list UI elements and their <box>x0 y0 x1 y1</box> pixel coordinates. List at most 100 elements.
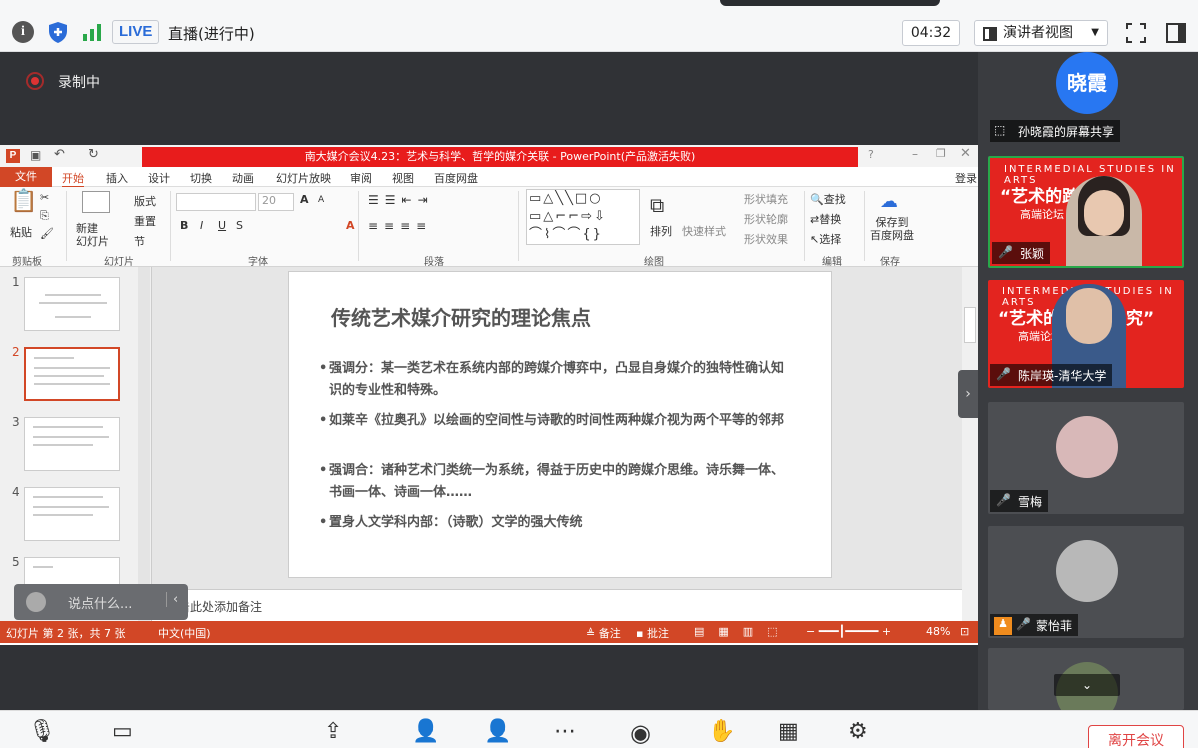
save-baidu-button[interactable]: 保存到 百度网盘 <box>870 216 914 242</box>
record-icon[interactable]: ◉ <box>630 719 664 748</box>
participant-tile[interactable]: 🎤 雪梅 <box>988 402 1184 514</box>
participant-tile[interactable]: INTERMEDIAL STUDIES IN ARTS “艺术的跨 究” 高端论… <box>988 280 1184 388</box>
copy-icon[interactable]: ⎘ <box>40 209 49 223</box>
section-button[interactable]: 节 <box>134 233 145 249</box>
participant-tile[interactable]: 晓霞 ⬚ 孙晓霞的屏幕共享 <box>988 52 1184 142</box>
grow-font-icon[interactable]: A <box>300 193 309 206</box>
menu-insert[interactable]: 插入 <box>106 170 128 186</box>
slide-thumbnail-1[interactable] <box>24 277 120 331</box>
menu-animations[interactable]: 动画 <box>232 170 254 186</box>
banner-subtitle: 高端论坛 <box>1020 208 1064 221</box>
avatar <box>1056 540 1118 602</box>
cut-icon[interactable]: ✂ <box>40 191 49 204</box>
menu-file[interactable]: 文件 <box>0 167 52 187</box>
shape-effect-button[interactable]: 形状效果 <box>744 231 788 247</box>
font-color-icon[interactable]: A <box>346 219 355 232</box>
panel-expand-icon[interactable]: › <box>958 370 978 418</box>
emoji-icon[interactable] <box>26 592 46 612</box>
bold-icon[interactable]: B <box>180 219 188 232</box>
close-icon[interactable]: ✕ <box>960 146 971 161</box>
info-icon[interactable]: i <box>12 21 34 43</box>
scroll-down-icon[interactable]: ⌄ <box>1054 674 1120 696</box>
settings-icon[interactable]: ⚙ <box>848 719 882 748</box>
quick-style-button[interactable]: 快速样式 <box>682 223 726 239</box>
replace-button[interactable]: ⇄替换 <box>810 211 841 227</box>
find-button[interactable]: 🔍查找 <box>810 191 846 207</box>
align-icons[interactable]: ≡≡≡≡ <box>368 219 432 233</box>
shrink-font-icon[interactable]: A <box>318 195 324 205</box>
redo-icon[interactable]: ↻ <box>88 147 99 162</box>
fullscreen-icon[interactable] <box>1124 21 1148 45</box>
leave-meeting-button[interactable]: 离开会议 <box>1088 725 1184 748</box>
slide-thumbnail-4[interactable] <box>24 487 120 541</box>
italic-icon[interactable]: I <box>200 219 203 232</box>
thumbnail-scrollbar[interactable] <box>138 267 150 621</box>
fit-slide-icon[interactable]: ⊡ <box>960 625 969 638</box>
sidebar-toggle-icon[interactable] <box>1164 21 1188 45</box>
shield-icon[interactable] <box>46 20 70 44</box>
login-link[interactable]: 登录 <box>955 170 977 186</box>
select-button[interactable]: ↖选择 <box>810 231 841 247</box>
participant-tile[interactable]: INTERMEDIAL STUDIES IN ARTS “艺术的跨 高端论坛 🎤… <box>988 156 1184 268</box>
zoom-slider[interactable]: − ━━━┃━━━━━ + <box>806 625 891 638</box>
avatar: 晓霞 <box>1056 52 1118 114</box>
font-size-select[interactable]: 20 <box>258 193 294 211</box>
signal-icon[interactable] <box>80 20 104 44</box>
minimize-icon[interactable]: – <box>912 147 918 161</box>
participants-icon[interactable]: 👤 <box>484 719 518 748</box>
screen-share-icon: ⬚ <box>994 123 1006 137</box>
format-painter-icon[interactable]: 🖌 <box>40 227 54 240</box>
slide-thumbnail-3[interactable] <box>24 417 120 471</box>
divider <box>804 191 805 261</box>
save-icon[interactable]: ▣ <box>30 148 41 162</box>
share-screen-icon[interactable]: ⇪ <box>324 719 358 748</box>
help-icon[interactable]: ? <box>868 148 874 161</box>
participant-name: 雪梅 <box>1018 495 1043 509</box>
slide-thumbnail-2[interactable] <box>24 347 120 401</box>
chat-icon[interactable]: ⋯ <box>554 719 588 748</box>
view-buttons[interactable]: ▤▦▥⬚ <box>694 625 792 638</box>
divider <box>66 191 67 261</box>
layout-button[interactable]: 版式 <box>134 193 156 209</box>
comments-toggle[interactable]: ▪ 批注 <box>636 625 669 641</box>
participant-name-tag: 🎤 张颖 <box>992 242 1051 264</box>
menu-baidu[interactable]: 百度网盘 <box>434 170 478 186</box>
notes-toggle[interactable]: ≜ 备注 <box>586 625 621 641</box>
font-family-select[interactable] <box>176 193 256 211</box>
participant-tile[interactable]: ♟ 🎤 蒙怡菲 <box>988 526 1184 638</box>
undo-icon[interactable]: ↶ <box>54 147 65 162</box>
divider <box>518 191 519 261</box>
menu-design[interactable]: 设计 <box>148 170 170 186</box>
reset-button[interactable]: 重置 <box>134 213 156 229</box>
meeting-window: i LIVE 直播(进行中) 04:32 演讲者视图 ▼ 录制中 P ▣ ↶ ↻… <box>0 0 1198 748</box>
participant-tile[interactable]: ⌄ <box>988 648 1184 710</box>
view-mode-select[interactable]: 演讲者视图 ▼ <box>974 20 1108 46</box>
raise-hand-icon[interactable]: ✋ <box>708 719 742 748</box>
underline-icon[interactable]: U <box>218 219 226 232</box>
shape-fill-button[interactable]: 形状填充 <box>744 191 788 207</box>
invite-icon[interactable]: 👤 <box>412 719 446 748</box>
apps-icon[interactable]: ▦ <box>778 719 812 748</box>
arrange-button[interactable]: 排列 <box>650 223 672 239</box>
mic-muted-icon[interactable]: 🎙 <box>28 719 62 748</box>
menu-view[interactable]: 视图 <box>392 170 414 186</box>
menu-review[interactable]: 审阅 <box>350 170 372 186</box>
menu-home[interactable]: 开始 <box>62 170 84 188</box>
menu-transitions[interactable]: 切换 <box>190 170 212 186</box>
participant-name-tag: 🎤 雪梅 <box>990 490 1049 512</box>
menu-slideshow[interactable]: 幻灯片放映 <box>276 170 331 186</box>
restore-icon[interactable]: ❐ <box>936 147 946 160</box>
list-icons[interactable]: ☰☰⇤⇥ <box>368 193 434 207</box>
chat-input[interactable]: 说点什么... ‹ <box>14 584 188 620</box>
new-slide-button[interactable]: 新建 幻灯片 <box>76 222 109 248</box>
ppt-titlebar: P ▣ ↶ ↻ 南大媒介会议4.23：艺术与科学、哲学的媒介关联 - Power… <box>0 145 978 167</box>
shapes-gallery[interactable]: ▭△╲╲□○ ▭△⌐⌐⇨⇩ ⌒⌇⌒⌒{} <box>526 189 640 245</box>
participant-name-tag: ⬚ 孙晓霞的屏幕共享 <box>990 120 1121 142</box>
collapse-icon[interactable]: ‹ <box>166 592 178 607</box>
slide-scrollbar[interactable] <box>962 267 978 621</box>
notes-pane[interactable]: 单击此处添加备注 <box>152 589 962 621</box>
paste-button[interactable]: 粘贴 <box>10 224 32 240</box>
camera-off-icon[interactable]: ▭ <box>112 719 146 748</box>
shape-outline-button[interactable]: 形状轮廓 <box>744 211 788 227</box>
shadow-icon[interactable]: S <box>236 219 243 232</box>
